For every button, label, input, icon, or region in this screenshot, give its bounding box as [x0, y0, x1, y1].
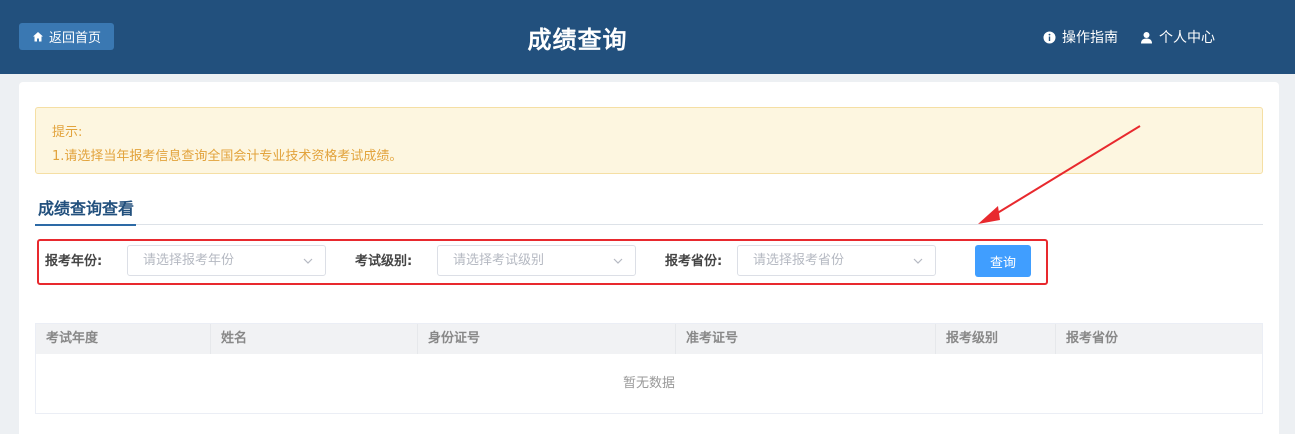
year-placeholder: 请选择报考年份	[143, 253, 235, 268]
tip-title: 提示:	[52, 125, 83, 140]
year-select[interactable]: 请选择报考年份	[127, 245, 326, 276]
guide-link[interactable]: 操作指南	[1043, 27, 1118, 47]
column-header: 身份证号	[418, 324, 676, 354]
level-label: 考试级别:	[355, 254, 413, 269]
filter-row: 报考年份: 请选择报考年份 考试级别: 请选择考试级别 报考省份: 请选择报考省…	[19, 245, 1279, 285]
info-icon	[1043, 31, 1056, 43]
top-header: 返回首页 成绩查询 操作指南 个人中心	[0, 0, 1295, 74]
tip-box: 提示: 1.请选择当年报考信息查询全国会计专业技术资格考试成绩。	[35, 107, 1263, 174]
column-header: 准考证号	[676, 324, 936, 354]
chevron-down-icon	[613, 258, 623, 264]
table-header: 考试年度 姓名 身份证号 准考证号 报考级别 报考省份	[36, 324, 1262, 354]
main-panel: 提示: 1.请选择当年报考信息查询全国会计专业技术资格考试成绩。 成绩查询查看 …	[19, 82, 1279, 434]
column-header: 报考级别	[936, 324, 1056, 354]
level-select[interactable]: 请选择考试级别	[437, 245, 636, 276]
chevron-down-icon	[913, 258, 923, 264]
section-title-underline	[35, 224, 136, 226]
column-header: 姓名	[211, 324, 418, 354]
column-header: 考试年度	[36, 324, 211, 354]
query-button[interactable]: 查询	[975, 245, 1031, 277]
page-title: 成绩查询	[527, 25, 628, 54]
guide-label: 操作指南	[1062, 30, 1118, 46]
empty-state: 暂无数据	[622, 376, 675, 391]
section-divider	[35, 224, 1263, 225]
results-table: 考试年度 姓名 身份证号 准考证号 报考级别 报考省份 暂无数据	[35, 323, 1263, 414]
column-header: 报考省份	[1066, 331, 1119, 346]
tip-line: 1.请选择当年报考信息查询全国会计专业技术资格考试成绩。	[52, 149, 403, 164]
province-select[interactable]: 请选择报考省份	[737, 245, 936, 276]
user-center-link[interactable]: 个人中心	[1140, 27, 1215, 47]
section-title: 成绩查询查看	[38, 199, 135, 218]
user-center-label: 个人中心	[1159, 30, 1215, 46]
level-placeholder: 请选择考试级别	[453, 253, 545, 268]
chevron-down-icon	[303, 258, 313, 264]
year-label: 报考年份:	[45, 254, 103, 269]
province-label: 报考省份:	[665, 254, 723, 269]
province-placeholder: 请选择报考省份	[753, 253, 845, 268]
user-icon	[1141, 31, 1152, 43]
